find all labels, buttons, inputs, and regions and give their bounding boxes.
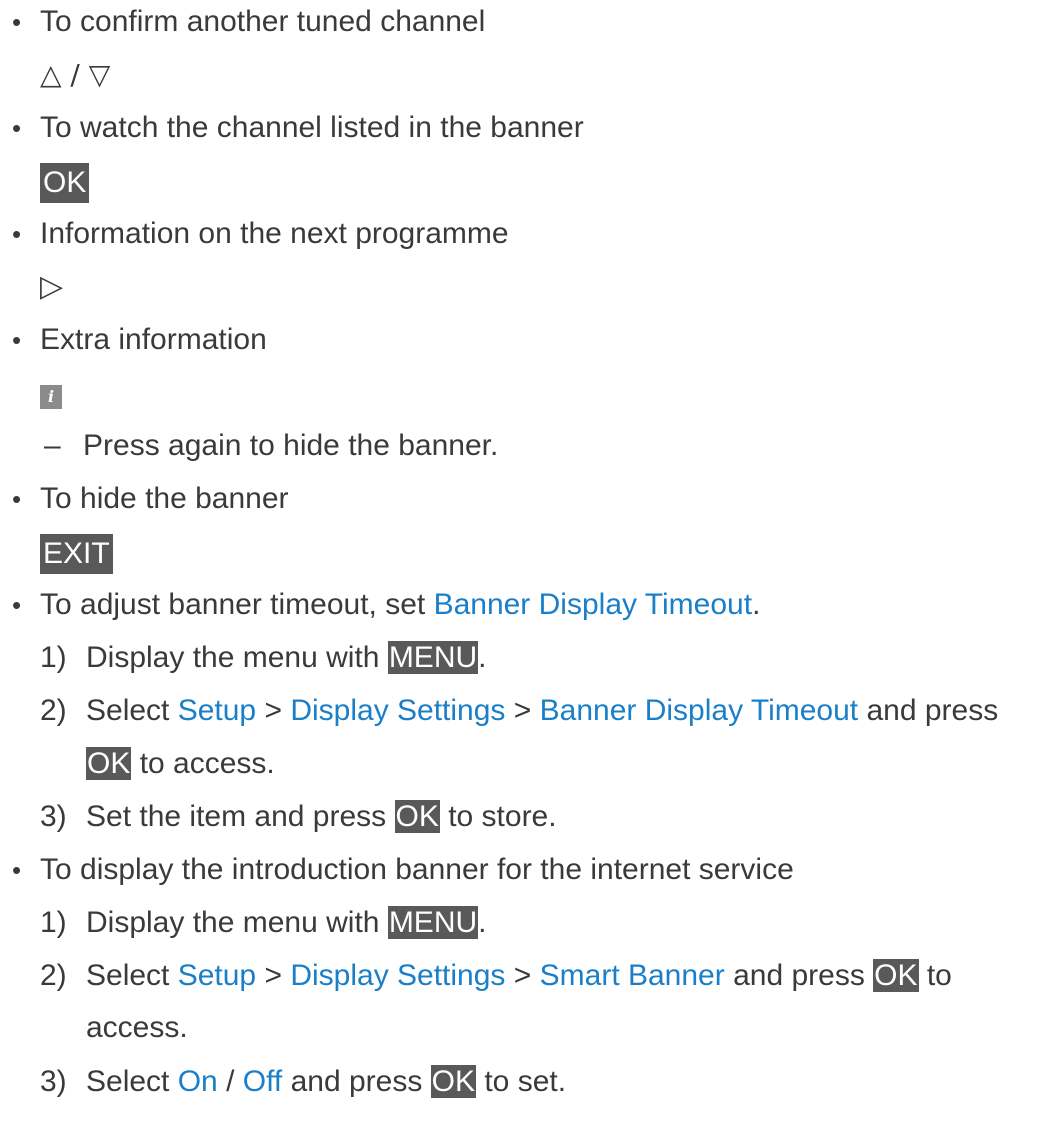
bullet: •: [12, 7, 22, 37]
step-number: 3): [40, 1065, 67, 1098]
item-text: Information on the next programme: [40, 217, 509, 250]
item-text: To confirm another tuned channel: [40, 5, 486, 38]
step-text-end: .: [478, 641, 487, 674]
ok-key: OK: [86, 747, 132, 780]
bullet: •: [12, 590, 22, 620]
step-text: Set the item and press: [86, 800, 395, 833]
step-2: 2) Select Setup > Display Settings > Bann…: [40, 693, 998, 729]
step-2-cont: OK to access.: [86, 746, 275, 782]
item-text: To hide the banner: [40, 482, 289, 515]
step-text-end: .: [478, 906, 487, 939]
sub-note: – Press again to hide the banner.: [44, 428, 498, 464]
bullet: •: [12, 325, 22, 355]
bullet: •: [12, 484, 22, 514]
right-key-row: ▷: [40, 269, 63, 305]
display-settings-link[interactable]: Display Settings: [290, 694, 505, 727]
item-text: To adjust banner timeout, set Banner Dis…: [40, 587, 760, 623]
step-number: 2): [40, 959, 67, 992]
period: .: [752, 588, 761, 621]
banner-timeout-link[interactable]: Banner Display Timeout: [540, 694, 859, 727]
ok-key: OK: [873, 959, 919, 992]
separator: >: [256, 959, 291, 992]
up-down-keys: △ / ▽: [40, 57, 110, 93]
step-1: 1) Display the menu with MENU.: [40, 905, 487, 941]
step-1: 1) Display the menu with MENU.: [40, 640, 487, 676]
bullet: •: [12, 113, 22, 143]
item-text: To watch the channel listed in the banne…: [40, 111, 584, 144]
banner-timeout-link[interactable]: Banner Display Timeout: [434, 588, 753, 621]
step-text: and press: [724, 959, 874, 992]
step-number: 1): [40, 641, 67, 674]
separator: /: [217, 1065, 243, 1098]
setup-link[interactable]: Setup: [178, 694, 256, 727]
intro-text: To adjust banner timeout, set: [40, 588, 434, 621]
step-text: Select: [86, 694, 178, 727]
step-3: 3) Select On / Off and press OK to set.: [40, 1064, 566, 1100]
item-text: Extra information: [40, 323, 267, 356]
bullet: •: [12, 219, 22, 249]
ok-key-row: OK: [40, 163, 90, 203]
step-text: Display the menu with: [86, 641, 388, 674]
info-icon: i: [40, 385, 62, 409]
smart-banner-link[interactable]: Smart Banner: [540, 959, 725, 992]
step-text-end: to: [918, 959, 952, 992]
step-number: 3): [40, 800, 67, 833]
ok-key: OK: [394, 800, 440, 833]
step-3: 3) Set the item and press OK to store.: [40, 799, 557, 835]
step-text-end: access.: [86, 1011, 188, 1044]
ok-key: OK: [430, 1065, 477, 1098]
step-text: Select: [86, 1065, 178, 1098]
exit-key: EXIT: [40, 534, 113, 574]
step-text-end: to store.: [439, 800, 557, 833]
up-down-triangle-icon: △ / ▽: [40, 58, 111, 91]
menu-key: MENU: [387, 641, 479, 674]
note-text: Press again to hide the banner.: [83, 429, 499, 462]
manual-page: • To confirm another tuned channel △ / ▽…: [0, 0, 1064, 1144]
step-text-end: to access.: [131, 747, 275, 780]
bullet: •: [12, 855, 22, 885]
step-text-end: to set.: [476, 1065, 567, 1098]
item-text: To display the introduction banner for t…: [40, 853, 794, 886]
step-text: Display the menu with: [86, 906, 388, 939]
step-2: 2) Select Setup > Display Settings > Smar…: [40, 958, 952, 994]
step-number: 2): [40, 694, 67, 727]
separator: >: [505, 694, 540, 727]
off-option[interactable]: Off: [243, 1065, 282, 1098]
exit-key-row: EXIT: [40, 534, 113, 574]
step-2-cont: access.: [86, 1011, 188, 1045]
dash: –: [44, 429, 61, 462]
setup-link[interactable]: Setup: [178, 959, 256, 992]
menu-key: MENU: [387, 906, 479, 939]
step-number: 1): [40, 906, 67, 939]
info-key-row: i: [40, 375, 62, 411]
step-text: and press: [282, 1065, 431, 1098]
separator: >: [256, 694, 291, 727]
ok-key: OK: [40, 163, 90, 203]
separator: >: [505, 959, 540, 992]
on-option[interactable]: On: [178, 1065, 218, 1098]
step-text-end: and press: [858, 694, 999, 727]
step-text: Select: [86, 959, 178, 992]
display-settings-link[interactable]: Display Settings: [290, 959, 505, 992]
triangle-right-icon: ▷: [40, 269, 64, 304]
